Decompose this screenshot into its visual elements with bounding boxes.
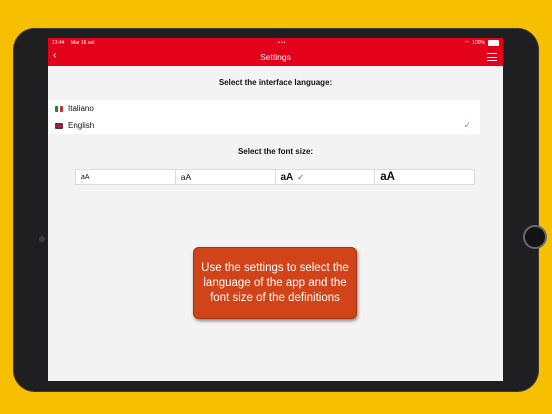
- check-icon: ✓: [463, 120, 471, 130]
- language-label: Italiano: [68, 104, 94, 113]
- italy-flag-icon: [55, 105, 63, 112]
- battery-percent: 100%: [472, 39, 485, 46]
- uk-flag-icon: [55, 122, 63, 129]
- font-size-extra-large[interactable]: aA: [375, 170, 474, 184]
- font-size-label: aA: [81, 173, 90, 181]
- camera-icon: [39, 236, 45, 242]
- callout-text: Use the settings to select the language …: [201, 261, 349, 304]
- home-button[interactable]: [523, 225, 547, 249]
- status-right: ◠ 100%: [464, 39, 499, 46]
- status-time: 13:44: [52, 39, 65, 46]
- page-title: Settings: [260, 51, 291, 62]
- font-section-title: Select the font size:: [237, 147, 314, 156]
- status-date: Mar 16 set: [70, 39, 95, 46]
- wifi-icon: ◠: [464, 39, 470, 46]
- nav-bar: ‹ Settings: [48, 47, 503, 66]
- status-left: 13:44 Mar 16 set: [52, 40, 100, 46]
- check-icon: ✓: [297, 172, 304, 182]
- font-size-label: aA: [380, 171, 395, 183]
- status-bar: 13:44 Mar 16 set ••• ◠ 100%: [48, 38, 503, 47]
- tutorial-callout: Use the settings to select the language …: [193, 247, 357, 319]
- font-size-large[interactable]: aA ✓: [276, 170, 376, 184]
- font-size-label: aA: [180, 172, 192, 182]
- font-size-medium[interactable]: aA: [176, 170, 276, 184]
- back-chevron-icon[interactable]: ‹: [53, 50, 56, 62]
- font-size-label: aA: [280, 171, 294, 183]
- language-list: Italiano English ✓: [48, 100, 480, 134]
- battery-icon: [488, 39, 499, 46]
- hamburger-menu-icon[interactable]: [487, 53, 497, 61]
- language-option-english[interactable]: English ✓: [48, 117, 480, 134]
- language-label: English: [68, 121, 95, 130]
- font-size-small[interactable]: aA: [76, 170, 176, 184]
- font-size-selector: aA aA aA ✓ aA: [75, 169, 475, 185]
- multitask-dots-icon: •••: [278, 39, 287, 46]
- language-section-title: Select the interface language:: [218, 78, 333, 87]
- language-option-italiano[interactable]: Italiano: [48, 100, 480, 117]
- app-screen: 13:44 Mar 16 set ••• ◠ 100% ‹ Settings S…: [48, 38, 503, 381]
